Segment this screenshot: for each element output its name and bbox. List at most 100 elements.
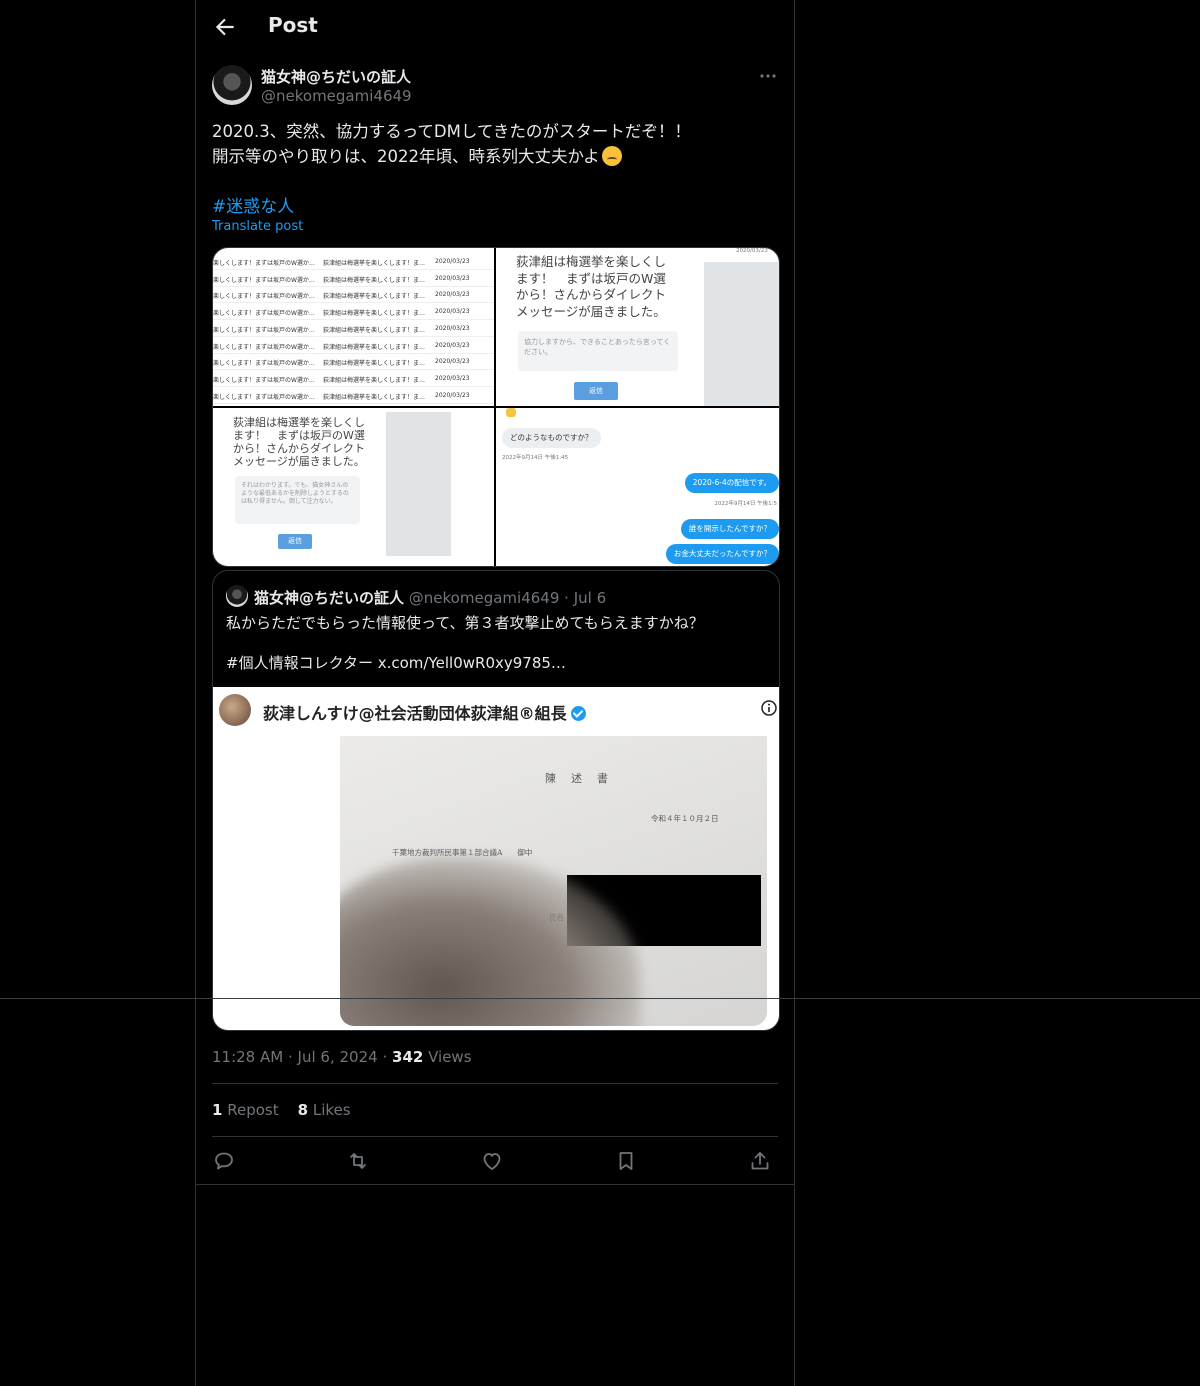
bookmark-icon[interactable] [614,1149,638,1173]
quote-avatar [226,585,248,607]
post-timestamp: 11:28 AM · Jul 6, 2024 · 342 Views [212,1048,472,1066]
quoted-post[interactable]: 猫女神@ちだいの証人 @nekomegami4649 · Jul 6 私からただ… [212,570,780,1031]
table-cell: まずは坂戸のW選か… [255,376,315,384]
back-arrow-icon[interactable] [212,14,238,40]
divider [196,1184,794,1185]
table-cell: 楽しくします！ [213,326,256,334]
quote-date: Jul 6 [573,589,607,607]
table-cell: 2020/03/23 [435,324,470,332]
verified-icon [570,706,586,721]
tile4-bubble-3: 誰を開示したんですか？ [680,519,779,539]
meta-dot-1: · [287,1048,293,1066]
table-cell: 2020/03/23 [435,258,470,265]
table-cell: ま… [413,376,426,384]
author-handle[interactable]: @nekomegami4649 [261,87,412,105]
table-row: 楽しくします！まずは坂戸のW選か…荻津組は梅選挙を楽しくします！ま…2020/0… [213,253,494,270]
table-cell: まずは坂戸のW選か… [255,310,315,318]
table-cell: ま… [413,360,426,368]
table-row: 楽しくします！まずは坂戸のW選か…荻津組は梅選挙を楽しくします！ま…2020/0… [213,403,494,406]
quote-header: 猫女神@ちだいの証人 @nekomegami4649 · Jul 6 [254,587,606,608]
tile2-reply-button: 返信 [574,382,618,400]
table-cell: 楽しくします！ [213,360,256,368]
table-cell: 2020/03/23 [435,341,470,349]
media-image-3[interactable]: 荻津組は梅選挙を楽しくします！ まずは坂戸のW選から！さんからダイレクトメッセー… [213,408,494,566]
table-cell: 楽しくします！ [213,293,256,301]
engagement-stats: 1 Repost 8 Likes [212,1101,351,1119]
table-cell: 荻津組は梅選挙を楽しくします！ [323,293,414,301]
table-cell: 2020/03/23 [435,291,470,299]
table-cell: 2020/03/23 [435,358,470,366]
tile2-gray-panel [704,262,779,406]
table-row: 楽しくします！まずは坂戸のW選か… 荻津組は梅選挙を楽しくします！ま… 2020/0… [213,337,494,354]
table-cell: 2020/03/23 [435,308,470,316]
media-image-2[interactable]: 2020/03/23 荻津組は梅選挙を楽しくします！ まずは坂戸のW選から！さん… [496,248,779,406]
quote-image[interactable]: 荻津しんすけ@社会活動団体荻津組®組長 陳 述 書 令和４年１０月２日 千葉地方… [213,687,779,1030]
table-cell: ま… [413,326,426,334]
tile4-bubble-1: どのようなものですか？ [502,428,601,448]
likes-stat[interactable]: 8 Likes [298,1101,351,1119]
info-icon [761,700,777,716]
table-cell: まずは坂戸のW選か… [255,343,315,351]
table-cell: 楽しくします！ [213,343,256,351]
repost-icon[interactable] [346,1149,370,1173]
tile3-gray-panel [386,412,451,556]
tile4-bubble-4: お金大丈夫だったんですか？ [665,544,779,564]
post-line-2-text: 開示等のやり取りは、2022年頃、時系列大丈夫かよ [212,147,600,166]
table-cell: まずは坂戸のW選か… [255,360,315,368]
table-cell: 荻津組は梅選挙を楽しくします！ [323,326,414,334]
quote-separator: · [564,589,569,607]
table-cell: 楽しくします！ [213,260,256,267]
sweat-emoji-icon [601,146,622,166]
doc-title: 陳 述 書 [545,772,610,785]
doc-date: 令和４年１０月２日 [651,814,719,823]
table-cell: ま… [413,293,426,301]
table-cell: ま… [413,393,426,401]
author-name[interactable]: 猫女神@ちだいの証人 [261,66,411,87]
reposts-stat[interactable]: 1 Repost [212,1101,279,1119]
table-cell: ま… [413,276,426,284]
quote-text-2: #個人情報コレクター x.com/Yell0wR0xy9785… [226,654,566,672]
post-time[interactable]: 11:28 AM [212,1048,283,1066]
reposts-count: 1 [212,1101,223,1119]
tile2-note: 協力しますから、できることあったら言ってください。 [518,331,678,371]
table-cell: ま… [413,343,426,351]
table-row: 楽しくします！まずは坂戸のW選か…荻津組は梅選挙を楽しくします！ま…2020/0… [213,270,494,287]
tile2-heading: 荻津組は梅選挙を楽しくします！ まずは坂戸のW選から！さんからダイレクトメッセー… [516,254,667,319]
table-row: 楽しくします！まずは坂戸のW選か…荻津組は梅選挙を楽しくします！ま…2020/0… [213,353,494,371]
likes-count: 8 [297,1101,309,1119]
table-cell: 2020/03/23 [435,274,470,282]
post-line-1: 2020.3、突然、協力するってDMしてきたのがスタートだぞ！！ [212,122,691,141]
table-cell: 荻津組は梅選挙を楽しくします！ [323,276,414,284]
hashtag-link[interactable]: #迷惑な人 [212,192,294,217]
tile4-time-2: 2022年9月14日 午後1:5 [714,501,777,507]
table-cell: 荻津組は梅選挙を楽しくします！ [323,376,414,384]
translate-link[interactable]: Translate post [212,219,303,234]
views-label: Views [428,1048,472,1066]
embedded-title: 荻津しんすけ@社会活動団体荻津組®組長 [263,700,586,724]
table-row: 楽しくします！まずは坂戸のW選か…荻津組は梅選挙を楽しくします！ま…2020/0… [213,320,494,337]
tile3-heading: 荻津組は梅選挙を楽しくします！ まずは坂戸のW選から！さんからダイレクトメッセー… [233,416,365,468]
table-cell: 2020/03/23 [435,391,470,399]
media-image-4[interactable]: どのようなものですか？ 2022年9月14日 午後1:45 2020-6-4の配… [496,408,779,566]
media-grid: 楽しくします！ まずは坂戸のW選か… 荻津組は梅選挙を楽しくします！ ま… 2020/0… [212,247,780,567]
table-cell: ま… [413,260,426,267]
table-row: 楽しくします！まずは坂戸のW選か…荻津組は梅選挙を楽しくします！ま…2020/0… [213,303,494,321]
more-icon[interactable] [758,66,778,86]
table-cell: 荻津組は梅選挙を楽しくします！ [323,343,414,351]
table-cell: 楽しくします！ [213,393,256,401]
document-photo: 陳 述 書 令和４年１０月２日 千葉地方裁判所民事第１部合議A 御中 氏名 [340,736,767,1026]
table-cell: 楽しくします！ [213,276,256,284]
share-icon[interactable] [748,1149,772,1173]
media-image-1[interactable]: 楽しくします！ まずは坂戸のW選か… 荻津組は梅選挙を楽しくします！ ま… 2020/0… [213,248,494,406]
table-cell: 楽しくします！ [213,310,256,318]
avatar[interactable] [212,65,252,105]
table-cell: まずは坂戸のW選か… [255,393,315,401]
meta-dot-2: · [382,1048,388,1066]
post-date[interactable]: Jul 6, 2024 [298,1048,378,1066]
table-row: 楽しくします！まずは坂戸のW選か…荻津組は梅選挙を楽しくします！ま…2020/0… [213,370,494,387]
views-count: 342 [392,1048,424,1066]
reply-icon[interactable] [212,1149,236,1173]
like-icon[interactable] [480,1149,504,1173]
table-cell: 楽しくします！ [213,376,256,384]
quote-author-handle: @nekomegami4649 [408,589,560,607]
